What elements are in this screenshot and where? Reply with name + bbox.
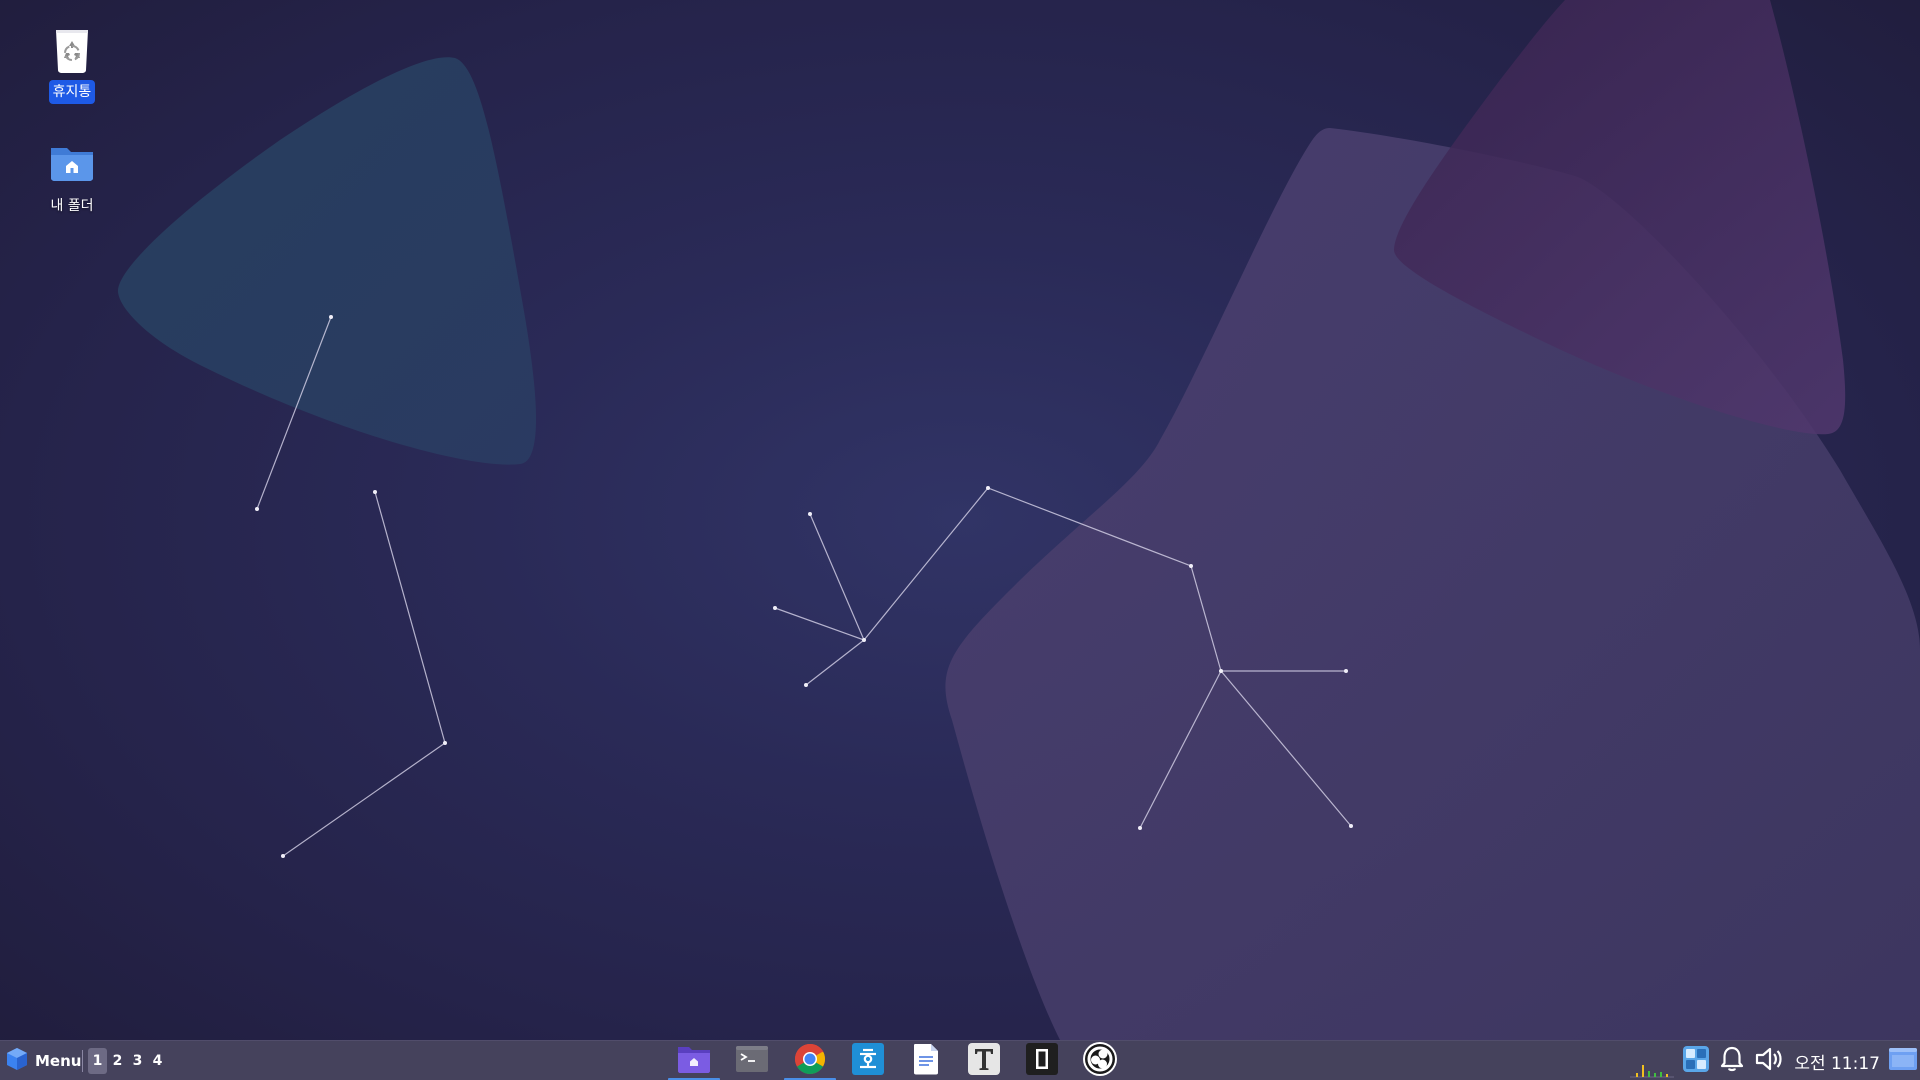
desktop-icon-label: 휴지통 <box>48 80 96 104</box>
workspace-4[interactable]: 4 <box>148 1048 167 1074</box>
home-folder-icon <box>47 140 97 190</box>
terminal-icon <box>735 1044 769 1078</box>
menu-label: Menu <box>35 1052 82 1070</box>
wallpaper <box>117 0 1920 1040</box>
workspace-3[interactable]: 3 <box>128 1048 147 1074</box>
dock-typora[interactable] <box>955 1041 1013 1080</box>
tray-show-desktop[interactable] <box>1888 1041 1918 1080</box>
dock <box>665 1041 1129 1080</box>
desktop-icon-trash[interactable]: 휴지통 <box>27 26 117 104</box>
tray-notifications[interactable] <box>1718 1041 1746 1080</box>
workspace-2[interactable]: 2 <box>108 1048 127 1074</box>
volume-icon <box>1754 1045 1784 1077</box>
activity-graph-icon <box>1630 1039 1675 1080</box>
tray-activity[interactable] <box>1630 1039 1675 1080</box>
tray-volume[interactable] <box>1754 1041 1784 1080</box>
workspace-1[interactable]: 1 <box>88 1048 107 1074</box>
menu-button[interactable]: Menu <box>2 1046 85 1076</box>
chrome-icon <box>794 1043 826 1079</box>
system-tray: 오전 11:17 <box>1622 1041 1920 1080</box>
dock-chrome[interactable] <box>781 1041 839 1080</box>
show-desktop-icon <box>1888 1046 1918 1076</box>
desktop-icon-home-folder[interactable]: 내 폴더 <box>27 140 117 218</box>
menu-separator <box>82 1050 83 1072</box>
document-icon <box>912 1043 940 1079</box>
typora-icon <box>967 1042 1001 1080</box>
bell-icon <box>1718 1045 1746 1077</box>
desktop-icon-label: 내 폴더 <box>50 198 94 214</box>
notes-icon <box>1025 1042 1059 1080</box>
folder-icon <box>676 1044 712 1078</box>
dock-obs[interactable] <box>1071 1041 1129 1080</box>
dock-hancom[interactable] <box>839 1041 897 1080</box>
clock[interactable]: 오전 11:17 <box>1794 1049 1880 1074</box>
input-method-icon <box>1682 1045 1710 1077</box>
hancom-icon <box>851 1042 885 1080</box>
tray-input-method[interactable] <box>1682 1041 1710 1080</box>
desktop[interactable]: 휴지통 내 폴더 Menu 1 2 3 4 오전 11:17 <box>0 0 1920 1080</box>
trash-icon <box>47 26 97 76</box>
dock-terminal[interactable] <box>723 1041 781 1080</box>
wallpaper-teal-shape <box>117 57 536 465</box>
dock-notes[interactable] <box>1013 1041 1071 1080</box>
dock-text-editor[interactable] <box>897 1041 955 1080</box>
workspace-switcher: 1 2 3 4 <box>88 1048 168 1074</box>
dock-file-manager[interactable] <box>665 1041 723 1080</box>
obs-icon <box>1082 1041 1118 1080</box>
taskbar: Menu 1 2 3 4 오전 11:17 <box>0 1040 1920 1080</box>
menu-cube-icon <box>4 1046 30 1076</box>
